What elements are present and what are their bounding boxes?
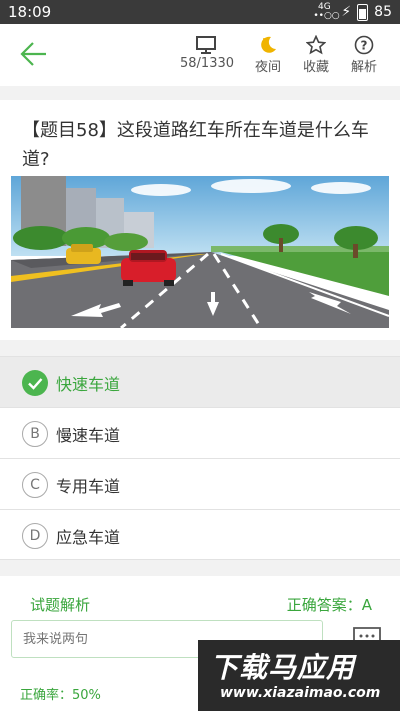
explain-button[interactable]: ? 解析 — [346, 34, 382, 75]
option-d[interactable]: D 应急车道 — [0, 509, 400, 560]
status-bar: 18:09 4G ••○○ ⚡ 85 — [0, 0, 400, 24]
charging-icon: ⚡ — [341, 4, 352, 20]
accuracy-rate: 正确率：50% — [20, 688, 101, 703]
night-mode-button[interactable]: 夜间 — [250, 34, 286, 75]
site-watermark: 下载马应用 www.xiazaimao.com — [198, 640, 400, 711]
option-d-label: 应急车道 — [56, 528, 121, 547]
watermark-title: 下载马应用 — [210, 651, 356, 684]
watermark-url: www.xiazaimao.com — [220, 685, 381, 701]
night-mode-label: 夜间 — [254, 60, 281, 75]
question-text: 【题目58】这段道路红车所在车道是什么车道? — [22, 120, 369, 170]
favorite-button[interactable]: 收藏 — [298, 34, 334, 75]
status-icons: 4G ••○○ ⚡ 85 — [313, 3, 392, 21]
correct-answer: 正确答案：A — [286, 596, 372, 614]
option-b[interactable]: B 慢速车道 — [0, 407, 400, 458]
battery-level: 85 — [374, 4, 392, 20]
favorite-label: 收藏 — [302, 60, 329, 75]
option-b-key: B — [22, 421, 48, 447]
monitor-icon — [196, 36, 216, 54]
svg-text:?: ? — [361, 39, 368, 53]
option-a[interactable]: 快速车道 — [0, 356, 400, 407]
network-indicator: 4G ••○○ — [313, 2, 340, 21]
analysis-title: 试题解析 — [30, 596, 91, 614]
back-arrow-icon[interactable] — [18, 38, 50, 70]
progress-label: 58/1330 — [180, 56, 235, 71]
option-c-key: C — [22, 472, 48, 498]
checkmark-icon — [22, 370, 48, 396]
help-icon: ? — [354, 35, 374, 55]
option-c-label: 专用车道 — [56, 477, 121, 496]
star-icon — [306, 35, 326, 55]
option-c[interactable]: C 专用车道 — [0, 458, 400, 509]
answer-options: 快速车道 B 慢速车道 C 专用车道 D 应急车道 — [0, 356, 400, 560]
status-time: 18:09 — [8, 3, 52, 21]
option-b-label: 慢速车道 — [56, 426, 121, 445]
road-scene-image — [11, 176, 389, 328]
option-a-label: 快速车道 — [56, 375, 121, 394]
network-label: 4G — [317, 2, 331, 12]
progress-button[interactable]: 58/1330 — [180, 34, 235, 71]
moon-icon — [261, 36, 276, 53]
option-d-key: D — [22, 523, 48, 549]
question-panel: 【题目58】这段道路红车所在车道是什么车道? — [0, 100, 400, 340]
top-toolbar: 58/1330 夜间 收藏 ? 解析 — [0, 24, 400, 86]
explain-label: 解析 — [350, 60, 377, 75]
battery-icon — [357, 3, 369, 21]
